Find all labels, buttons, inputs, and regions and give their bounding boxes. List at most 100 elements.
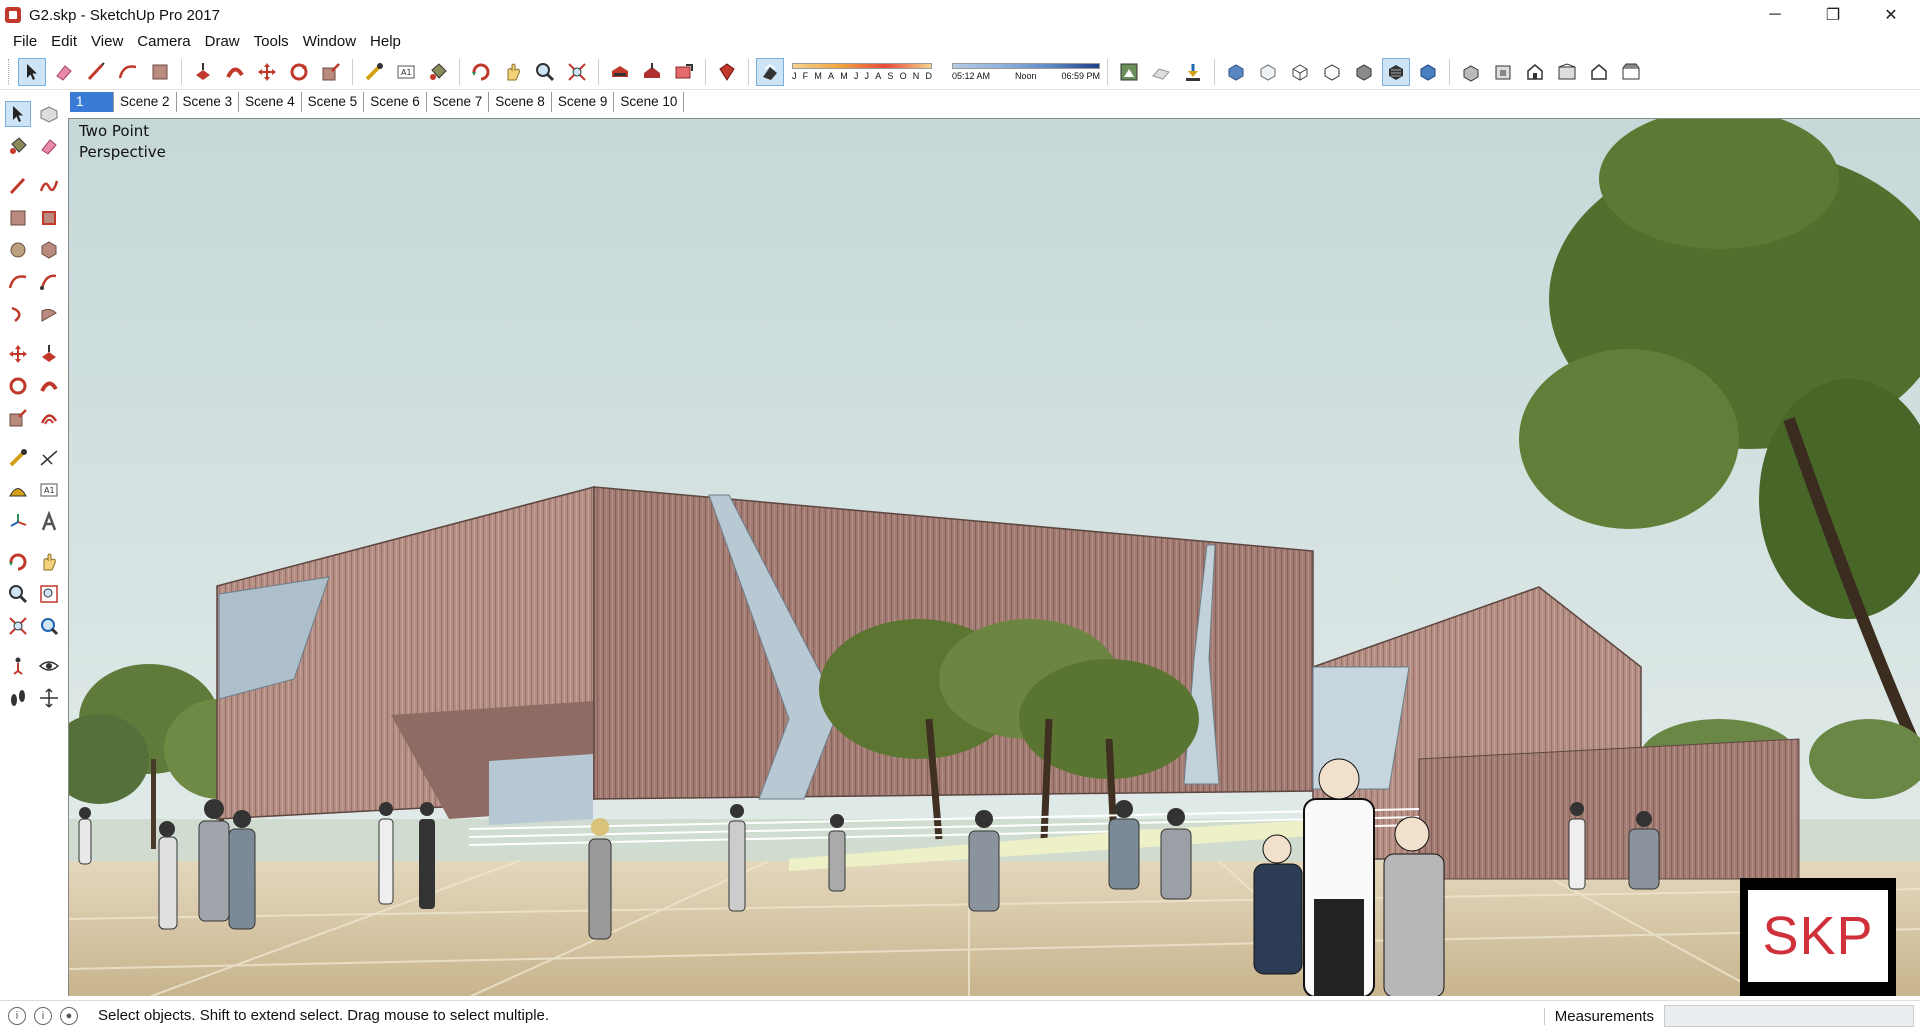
info-icon[interactable]: i <box>34 1006 52 1025</box>
menu-help[interactable]: Help <box>363 31 408 53</box>
zoom-extents-icon[interactable] <box>563 58 591 86</box>
push-pull-tool-icon[interactable] <box>37 341 63 367</box>
shape-tool-icon[interactable] <box>146 58 174 86</box>
minimize-button[interactable]: ─ <box>1746 0 1804 30</box>
xray-style-icon[interactable] <box>1222 58 1250 86</box>
3d-warehouse-icon[interactable] <box>606 58 634 86</box>
toolbar-grip[interactable] <box>8 58 12 85</box>
line-tool-icon[interactable] <box>82 58 110 86</box>
left-view-icon[interactable] <box>1617 58 1645 86</box>
add-location-icon[interactable] <box>1115 58 1143 86</box>
model-viewport[interactable]: Two Point Perspective SKP <box>68 118 1920 996</box>
extension-warehouse-icon[interactable] <box>713 58 741 86</box>
section-plane-icon[interactable] <box>37 685 63 711</box>
top-view-icon[interactable] <box>1489 58 1517 86</box>
freehand-tool-icon[interactable] <box>37 173 63 199</box>
rotate-tool-icon[interactable] <box>285 58 313 86</box>
shaded-textures-style-icon[interactable] <box>1382 57 1410 86</box>
menu-camera[interactable]: Camera <box>130 31 197 53</box>
right-view-icon[interactable] <box>1553 58 1581 86</box>
scene-tab-9[interactable]: Scene 9 <box>552 92 615 112</box>
date-slider-track[interactable] <box>792 62 932 69</box>
axes-tool-icon[interactable] <box>5 509 31 535</box>
position-camera-icon[interactable] <box>5 653 31 679</box>
back-edges-style-icon[interactable] <box>1254 58 1282 86</box>
zoom-window-icon[interactable] <box>37 581 63 607</box>
zoom-tool-icon[interactable] <box>5 581 31 607</box>
offset-tool-icon[interactable] <box>37 405 63 431</box>
polygon-tool-icon[interactable] <box>37 237 63 263</box>
menu-tools[interactable]: Tools <box>247 31 296 53</box>
paint-bucket-icon[interactable] <box>424 58 452 86</box>
arc-tool-icon[interactable] <box>114 58 142 86</box>
3d-text-tool-icon[interactable] <box>37 509 63 535</box>
wireframe-style-icon[interactable] <box>1286 58 1314 86</box>
scene-tab-4[interactable]: Scene 4 <box>239 92 302 112</box>
zoom-extents-icon[interactable] <box>5 613 31 639</box>
pan-tool-icon[interactable] <box>499 58 527 86</box>
photo-textures-icon[interactable] <box>1179 58 1207 86</box>
shadow-date-slider[interactable]: J F M A M J J A S O N D <box>792 57 942 87</box>
dimension-tool-icon[interactable] <box>37 445 63 471</box>
scene-tab-3[interactable]: Scene 3 <box>177 92 240 112</box>
move-tool-icon[interactable] <box>5 341 31 367</box>
geolocation-icon[interactable]: i <box>8 1006 26 1025</box>
paint-bucket-icon[interactable] <box>5 133 31 159</box>
follow-me-tool-icon[interactable] <box>221 58 249 86</box>
menu-file[interactable]: File <box>6 31 44 53</box>
line-tool-icon[interactable] <box>5 173 31 199</box>
menu-view[interactable]: View <box>84 31 130 53</box>
select-tool-icon[interactable] <box>18 57 46 86</box>
three-point-arc-icon[interactable] <box>5 301 31 327</box>
scene-tab-2[interactable]: Scene 2 <box>114 92 177 112</box>
scene-tab-8[interactable]: Scene 8 <box>489 92 552 112</box>
menu-draw[interactable]: Draw <box>198 31 247 53</box>
rectangle-tool-icon[interactable] <box>5 205 31 231</box>
select-tool-icon[interactable] <box>5 101 31 127</box>
follow-me-tool-icon[interactable] <box>37 373 63 399</box>
scene-tab-6[interactable]: Scene 6 <box>364 92 427 112</box>
walk-tool-icon[interactable] <box>5 685 31 711</box>
scene-tab-1[interactable]: 1 <box>70 92 114 112</box>
front-view-icon[interactable] <box>1521 58 1549 86</box>
rendered-scene[interactable] <box>69 119 1920 996</box>
arc-tool-icon[interactable] <box>5 269 31 295</box>
text-tool-icon[interactable]: A1 <box>392 58 420 86</box>
close-button[interactable]: ✕ <box>1862 0 1920 30</box>
shaded-style-icon[interactable] <box>1350 58 1378 86</box>
scene-tab-5[interactable]: Scene 5 <box>302 92 365 112</box>
push-pull-tool-icon[interactable] <box>189 58 217 86</box>
monochrome-style-icon[interactable] <box>1414 58 1442 86</box>
share-component-icon[interactable] <box>670 58 698 86</box>
shadow-time-slider[interactable]: 05:12 AM Noon 06:59 PM <box>952 57 1102 87</box>
move-tool-icon[interactable] <box>253 58 281 86</box>
make-component-icon[interactable] <box>37 101 63 127</box>
tape-measure-icon[interactable] <box>5 445 31 471</box>
previous-view-icon[interactable] <box>37 613 63 639</box>
iso-view-icon[interactable] <box>1457 58 1485 86</box>
two-point-arc-icon[interactable] <box>37 269 63 295</box>
circle-tool-icon[interactable] <box>5 237 31 263</box>
menu-window[interactable]: Window <box>296 31 363 53</box>
scene-tab-10[interactable]: Scene 10 <box>614 92 685 112</box>
menu-edit[interactable]: Edit <box>44 31 84 53</box>
rotate-tool-icon[interactable] <box>5 373 31 399</box>
pie-tool-icon[interactable] <box>37 301 63 327</box>
tape-measure-icon[interactable] <box>360 58 388 86</box>
scene-tab-7[interactable]: Scene 7 <box>427 92 490 112</box>
measurements-input[interactable] <box>1664 1005 1914 1027</box>
protractor-tool-icon[interactable] <box>5 477 31 503</box>
user-account-icon[interactable]: ● <box>60 1006 78 1025</box>
share-model-icon[interactable] <box>638 58 666 86</box>
back-view-icon[interactable] <box>1585 58 1613 86</box>
orbit-tool-icon[interactable] <box>467 58 495 86</box>
time-slider-track[interactable] <box>952 62 1100 69</box>
eraser-tool-icon[interactable] <box>37 133 63 159</box>
pan-tool-icon[interactable] <box>37 549 63 575</box>
zoom-tool-icon[interactable] <box>531 58 559 86</box>
rotated-rectangle-icon[interactable] <box>37 205 63 231</box>
orbit-tool-icon[interactable] <box>5 549 31 575</box>
scale-tool-icon[interactable] <box>317 58 345 86</box>
look-around-icon[interactable] <box>37 653 63 679</box>
maximize-button[interactable]: ❐ <box>1804 0 1862 30</box>
